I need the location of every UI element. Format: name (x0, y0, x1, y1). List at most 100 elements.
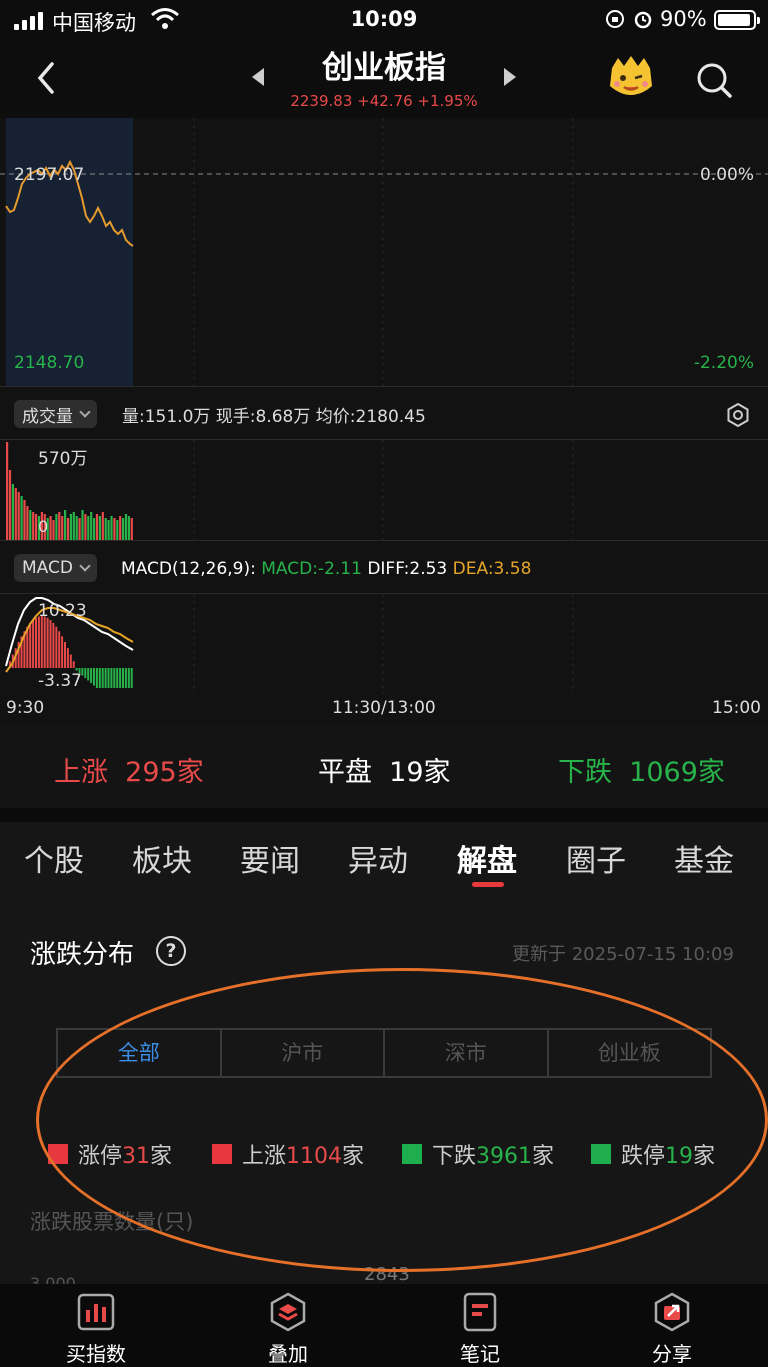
time-mid: 11:30/13:00 (332, 698, 436, 718)
macd-histogram-bar (46, 617, 49, 668)
segment-shenzhen[interactable]: 深市 (385, 1030, 549, 1076)
volume-bar (23, 500, 26, 540)
intraday-chart[interactable]: 2197.07 2148.70 0.00% -2.20% (0, 118, 768, 388)
tab-analysis[interactable]: 解盘 (457, 836, 517, 880)
tab-news[interactable]: 要闻 (240, 836, 300, 880)
price-low-label: 2148.70 (14, 353, 84, 373)
breadth-down: 下跌 1069家 (558, 757, 725, 788)
volume-bar (69, 514, 72, 540)
distribution-axis-label: 涨跌股票数量(只) (30, 1210, 194, 1234)
red-square-icon (212, 1144, 232, 1164)
bottom-toolbar: 买指数 叠加 笔记 分享 (0, 1284, 768, 1367)
macd-histogram-bar (116, 668, 119, 688)
chevron-down-icon (79, 406, 91, 418)
segment-chinext[interactable]: 创业板 (549, 1030, 711, 1076)
macd-histogram-bar (58, 631, 61, 668)
battery-percent: 90% (660, 7, 707, 31)
volume-bar (32, 512, 35, 540)
volume-bar (124, 514, 128, 540)
green-square-icon (591, 1144, 611, 1164)
alarm-icon (634, 11, 652, 29)
market-segment-control: 全部 沪市 深市 创业板 (56, 1028, 712, 1078)
distribution-section: 涨跌分布 ? 更新于 2025-07-15 10:09 全部 沪市 深市 创业板… (0, 900, 768, 1293)
mascot-icon[interactable] (606, 54, 656, 100)
volume-bar (35, 514, 38, 540)
macd-low-label: -3.37 (38, 671, 82, 691)
macd-histogram-bar (110, 668, 113, 688)
tab-movers[interactable]: 异动 (348, 836, 408, 880)
content-tabs: 个股 板块 要闻 异动 解盘 圈子 基金 (0, 822, 768, 900)
price-high-label: 2197.07 (14, 165, 84, 185)
distribution-peek-value: 2843 (364, 1264, 410, 1285)
layers-icon (270, 1292, 306, 1332)
section-title: 涨跌分布 (30, 940, 135, 970)
updated-timestamp: 更新于 2025-07-15 10:09 (512, 944, 734, 965)
volume-bar (87, 516, 90, 540)
macd-histogram-bar (93, 668, 95, 686)
time-axis: 9:30 11:30/13:00 15:00 (0, 694, 768, 724)
volume-bar (64, 510, 67, 540)
settings-gear-icon[interactable] (726, 403, 750, 427)
volume-info: 量:151.0万 现手:8.68万 均价:2180.45 (122, 407, 426, 427)
macd-indicator-bar: MACD MACD(12,26,9): MACD:-2.11 DIFF:2.53… (0, 540, 768, 594)
segment-shanghai[interactable]: 沪市 (222, 1030, 385, 1076)
volume-bar (104, 518, 107, 540)
help-icon[interactable]: ? (156, 936, 186, 966)
legend-down: 下跌3961家 (402, 1138, 554, 1170)
tab-stocks[interactable]: 个股 (24, 836, 84, 880)
volume-bar (78, 518, 81, 540)
active-tab-indicator (472, 882, 504, 887)
rotation-lock-icon (606, 10, 624, 28)
breadth-flat: 平盘 19家 (318, 757, 451, 788)
breadth-up: 上涨 295家 (54, 757, 204, 788)
macd-histogram-bar (124, 668, 127, 688)
volume-bar (26, 506, 29, 540)
volume-bar (58, 512, 61, 540)
macd-histogram-bar (52, 622, 55, 668)
volume-bar (107, 520, 110, 540)
volume-chart[interactable]: 570万 0 (0, 440, 768, 540)
macd-histogram-bar (35, 617, 37, 668)
legend-limit-down: 跌停19家 (591, 1138, 715, 1170)
overlay-button[interactable]: 叠加 (192, 1284, 384, 1367)
macd-histogram-bar (66, 648, 69, 668)
macd-histogram-bar (113, 668, 116, 688)
volume-selector[interactable]: 成交量 (14, 400, 97, 428)
macd-histogram-bar (43, 616, 46, 668)
volume-bar (90, 512, 93, 540)
tab-community[interactable]: 圈子 (566, 836, 626, 880)
macd-selector[interactable]: MACD (14, 554, 97, 582)
volume-bar (122, 518, 125, 540)
volume-bar (84, 514, 87, 540)
volume-bar (11, 484, 14, 540)
macd-histogram-bar (72, 661, 75, 668)
volume-bar (17, 492, 20, 540)
top-nav: 创业板指 2239.83 +42.76 +1.95% (0, 40, 768, 118)
macd-histogram-bar (64, 642, 66, 668)
next-index-arrow-icon[interactable] (504, 68, 516, 86)
macd-params: MACD(12,26,9): (121, 559, 256, 579)
notes-button[interactable]: 笔记 (384, 1284, 576, 1367)
tab-sectors[interactable]: 板块 (132, 836, 192, 880)
tab-funds[interactable]: 基金 (674, 836, 734, 880)
volume-bar (81, 510, 84, 540)
macd-histogram-bar (122, 668, 124, 688)
macd-info: MACD(12,26,9): MACD:-2.11 DIFF:2.53 DEA:… (121, 559, 531, 579)
search-icon[interactable] (694, 60, 734, 100)
macd-histogram-bar (90, 668, 93, 683)
segment-all[interactable]: 全部 (58, 1030, 222, 1076)
legend-up: 上涨1104家 (212, 1138, 364, 1170)
share-button[interactable]: 分享 (576, 1284, 768, 1367)
chevron-down-icon (79, 560, 91, 572)
macd-high-label: 10.23 (38, 601, 87, 621)
pct-low-label: -2.20% (694, 353, 754, 373)
buy-index-button[interactable]: 买指数 (0, 1284, 192, 1367)
buy-index-label: 买指数 (66, 1342, 126, 1366)
macd-histogram-bar (29, 622, 32, 668)
macd-histogram-bar (84, 668, 87, 678)
volume-bar (127, 516, 130, 540)
macd-chart[interactable]: 10.23 -3.37 (0, 594, 768, 694)
macd-histogram-bar (98, 668, 101, 688)
macd-histogram-bar (61, 636, 64, 668)
note-icon (463, 1292, 497, 1332)
